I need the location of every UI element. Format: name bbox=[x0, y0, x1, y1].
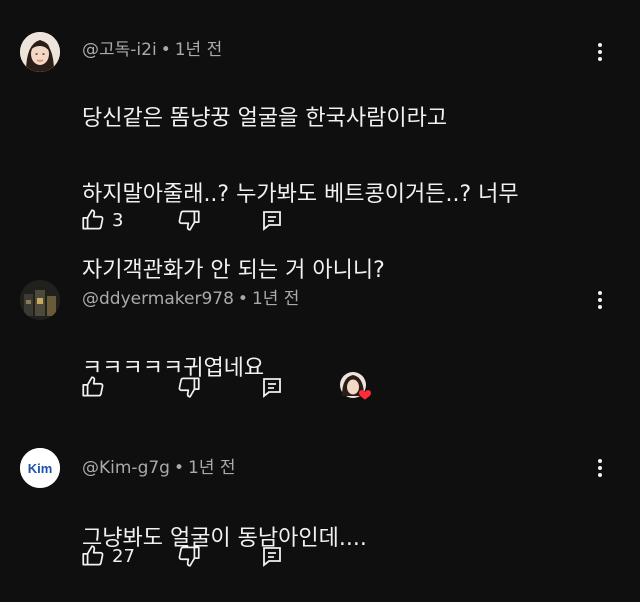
like-count: 27 bbox=[112, 545, 135, 567]
dislike-button[interactable] bbox=[176, 205, 202, 235]
meta-separator: • bbox=[160, 40, 171, 60]
reply-button[interactable] bbox=[260, 541, 284, 571]
thumbs-up-icon bbox=[80, 374, 106, 400]
meta-separator: • bbox=[237, 289, 248, 309]
meta-separator: • bbox=[173, 458, 184, 478]
bottles-photo-avatar-icon bbox=[20, 280, 60, 320]
reply-button[interactable] bbox=[260, 372, 284, 402]
comment-actions: 27 bbox=[80, 541, 500, 571]
dislike-button[interactable] bbox=[176, 541, 202, 571]
author-name[interactable]: @Kim-g7g bbox=[82, 458, 170, 478]
dislike-button[interactable] bbox=[176, 372, 202, 402]
comment-text-line: 당신같은 똠냥꿍 얼굴을 한국사람이라고 bbox=[82, 106, 448, 131]
kim-logo-avatar-icon: Kim bbox=[20, 448, 60, 488]
like-button[interactable] bbox=[80, 372, 106, 402]
comment-time[interactable]: 1년 전 bbox=[188, 458, 236, 478]
like-count: 3 bbox=[112, 209, 124, 231]
reply-icon bbox=[260, 208, 284, 232]
thumbs-up-icon bbox=[80, 543, 106, 569]
reply-icon bbox=[260, 375, 284, 399]
reply-icon bbox=[260, 544, 284, 568]
thumbs-up-icon bbox=[80, 207, 106, 233]
comment-text: ㅋㅋㅋㅋㅋ귀엽네요 bbox=[82, 312, 612, 426]
like-button[interactable]: 3 bbox=[80, 205, 123, 235]
heart-icon bbox=[340, 372, 371, 400]
comment-actions: 3 bbox=[80, 205, 500, 235]
person-photo-avatar-icon bbox=[20, 32, 60, 72]
author-name[interactable]: @고독-i2i bbox=[82, 40, 157, 60]
thumbs-down-icon bbox=[176, 374, 202, 400]
comment-actions bbox=[80, 372, 500, 402]
avatar-text: Kim bbox=[28, 461, 53, 476]
reply-button[interactable] bbox=[260, 205, 284, 235]
avatar[interactable]: Kim bbox=[20, 448, 60, 488]
creator-heart bbox=[338, 372, 374, 402]
comment-meta: @Kim-g7g • 1년 전 bbox=[82, 453, 236, 478]
author-name[interactable]: @ddyermaker978 bbox=[82, 289, 234, 309]
thumbs-down-icon bbox=[176, 207, 202, 233]
more-vertical-icon[interactable] bbox=[588, 40, 612, 64]
comment-meta: @ddyermaker978 • 1년 전 bbox=[82, 284, 299, 309]
more-vertical-icon[interactable] bbox=[588, 288, 612, 312]
thumbs-down-icon bbox=[176, 543, 202, 569]
comment-text: 그냥봐도 얼굴이 동남아인데.... bbox=[82, 482, 612, 596]
comment-meta: @고독-i2i • 1년 전 bbox=[82, 35, 222, 60]
more-vertical-icon[interactable] bbox=[588, 456, 612, 480]
comment-time[interactable]: 1년 전 bbox=[175, 40, 223, 60]
like-button[interactable]: 27 bbox=[80, 541, 135, 571]
comment-time[interactable]: 1년 전 bbox=[252, 289, 300, 309]
avatar[interactable] bbox=[20, 32, 60, 72]
avatar[interactable] bbox=[20, 280, 60, 320]
